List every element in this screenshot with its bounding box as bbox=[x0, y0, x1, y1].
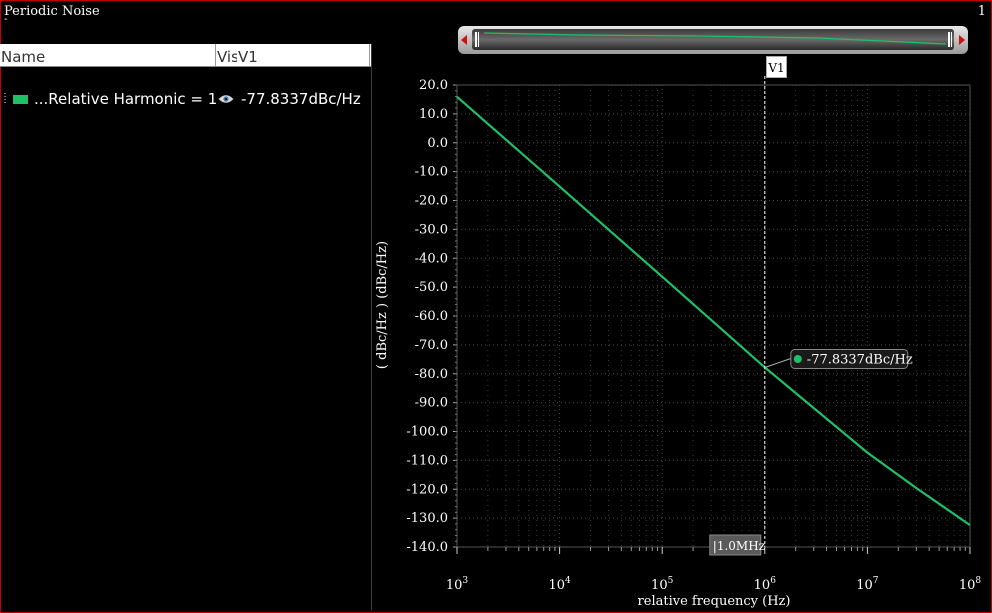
y-tick-label: -70.0 bbox=[415, 338, 448, 353]
trace-row[interactable]: ...Relative Harmonic = 1 -77.8337dBc/Hz bbox=[0, 89, 371, 111]
y-tick-label: -40.0 bbox=[415, 251, 448, 266]
trace-color-swatch bbox=[13, 95, 28, 104]
marker-dot-icon bbox=[793, 354, 802, 363]
y-tick-label: -140.0 bbox=[406, 540, 448, 555]
thumb-right-grip[interactable] bbox=[951, 32, 952, 47]
trace-table-header: Name Vis V1 bbox=[0, 44, 371, 67]
x-tick-label: 108 bbox=[959, 576, 982, 593]
thumb-left-grip[interactable] bbox=[478, 32, 479, 47]
y-tick-label: -60.0 bbox=[415, 309, 448, 324]
thumb-right-grip[interactable] bbox=[948, 32, 950, 47]
y-tick-label: -10.0 bbox=[415, 165, 448, 180]
page-number: 1 bbox=[977, 4, 986, 19]
trace-name: ...Relative Harmonic = 1 bbox=[34, 90, 218, 108]
eye-icon[interactable] bbox=[218, 92, 234, 106]
y-tick-label: -30.0 bbox=[415, 222, 448, 237]
x-tick-label: 105 bbox=[651, 576, 674, 593]
column-header-vis[interactable]: Vis bbox=[217, 48, 237, 66]
column-header-name[interactable]: Name bbox=[1, 48, 45, 66]
trace-list-panel: Name Vis V1 ...Relative Harmonic = 1 -77… bbox=[0, 44, 372, 611]
y-tick-label: 10.0 bbox=[419, 107, 448, 122]
y-tick-label: 0.0 bbox=[427, 136, 448, 151]
x-tick-label: 104 bbox=[548, 576, 571, 593]
y-tick-label: -100.0 bbox=[406, 425, 448, 440]
plot-area[interactable]: 20.0 10.0 0.0 -10.0 -20.0 -30.0 -40.0 -50.0 -60.… bbox=[370, 76, 990, 611]
scrollbar-thumb[interactable] bbox=[472, 29, 954, 50]
y-axis-ticks: 20.0 10.0 0.0 -10.0 -20.0 -30.0 -40.0 -50.0 -60.… bbox=[406, 78, 457, 555]
x-axis-label: relative frequency (Hz) bbox=[638, 594, 791, 609]
column-divider[interactable] bbox=[369, 44, 370, 66]
y-tick-label: -120.0 bbox=[406, 482, 448, 497]
y-tick-label: -80.0 bbox=[415, 367, 448, 382]
column-header-v1[interactable]: V1 bbox=[238, 48, 258, 66]
window-title: Periodic Noise bbox=[4, 4, 100, 19]
title-marker: - bbox=[4, 14, 8, 25]
y-tick-label: -110.0 bbox=[406, 453, 448, 468]
marker-layer[interactable]: -77.8337dBc/Hz |1.0MHz bbox=[709, 76, 913, 556]
tree-connector bbox=[4, 93, 6, 105]
overview-scrollbar[interactable] bbox=[458, 26, 968, 54]
x-tick-label: 103 bbox=[446, 576, 469, 593]
marker-x-value: |1.0MHz bbox=[713, 539, 765, 553]
marker-leader-line bbox=[764, 358, 791, 368]
plot-grid bbox=[456, 84, 971, 548]
trace-v1-value: -77.8337dBc/Hz bbox=[241, 90, 361, 108]
x-tick-label: 106 bbox=[754, 576, 777, 593]
y-tick-label: -90.0 bbox=[415, 396, 448, 411]
column-divider[interactable] bbox=[215, 44, 216, 66]
y-tick-label: -50.0 bbox=[415, 280, 448, 295]
thumb-left-grip[interactable] bbox=[475, 32, 477, 47]
y-axis-label: ( dBc/Hz ) (dBc/Hz) bbox=[375, 241, 390, 369]
y-tick-label: 20.0 bbox=[419, 78, 448, 93]
y-tick-label: -130.0 bbox=[406, 511, 448, 526]
x-tick-label: 107 bbox=[856, 576, 879, 593]
marker-y-value: -77.8337dBc/Hz bbox=[807, 352, 913, 367]
vertical-marker-label[interactable]: V1 bbox=[766, 56, 787, 78]
y-tick-label: -20.0 bbox=[415, 194, 448, 209]
